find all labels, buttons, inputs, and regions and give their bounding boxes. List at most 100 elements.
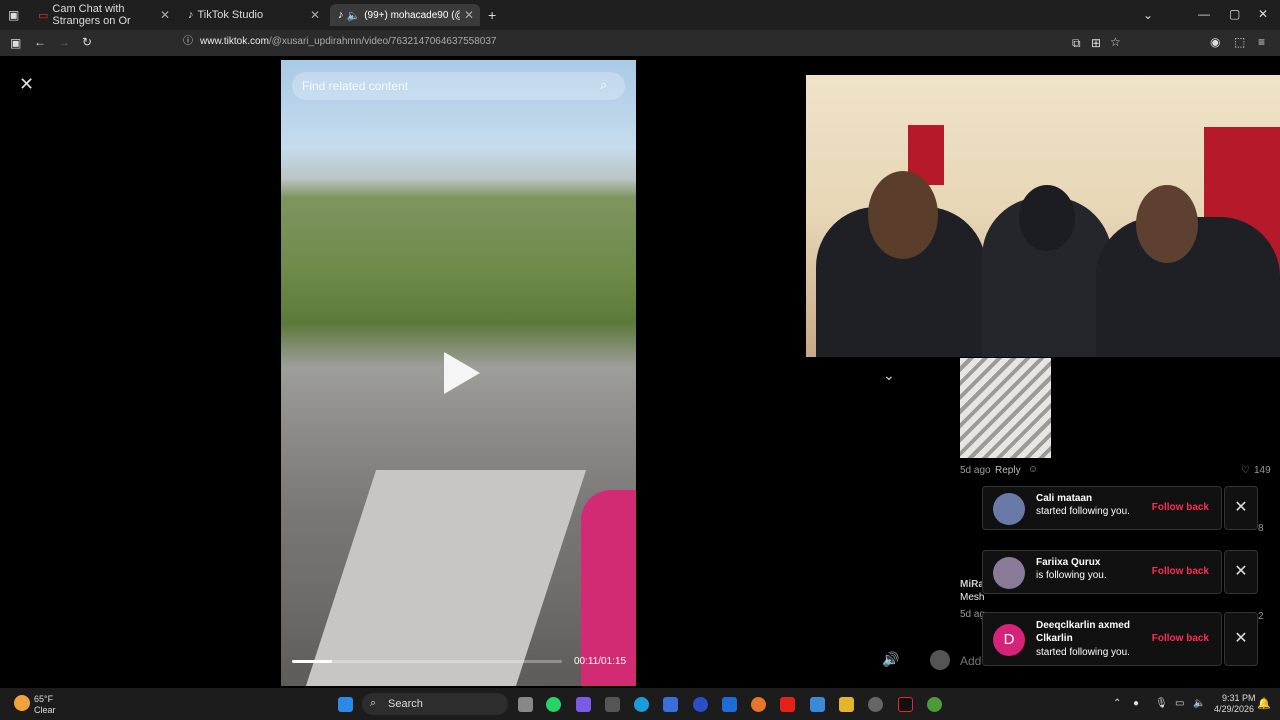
volume-icon[interactable]: 🔊: [882, 652, 899, 666]
play-icon[interactable]: [444, 352, 480, 394]
clock-time[interactable]: 9:31 PM: [1222, 693, 1256, 703]
follow-back-button[interactable]: Follow back: [1152, 566, 1209, 577]
add-comment-input[interactable]: Add: [960, 654, 981, 668]
follower-name: Cali mataan: [1036, 493, 1093, 504]
close-notification-icon[interactable]: ✕: [1224, 612, 1258, 666]
avatar: D: [993, 624, 1025, 656]
reply-button[interactable]: Reply: [995, 465, 1021, 476]
tiktok-icon: ♪: [338, 9, 344, 21]
follow-notification: D Deeqclkarlin axmed Clkarlin started fo…: [982, 612, 1222, 666]
person-head: [1136, 185, 1198, 263]
whatsapp-icon[interactable]: [546, 697, 561, 712]
file-explorer-icon[interactable]: [839, 697, 854, 712]
site-info-icon[interactable]: ⓘ: [183, 37, 193, 47]
edge-icon[interactable]: [634, 697, 649, 712]
avatar: [930, 650, 950, 670]
tab-cam-chat[interactable]: ▭ Cam Chat with Strangers on Or ✕: [30, 3, 176, 27]
chevron-up-icon[interactable]: ⌃: [1113, 698, 1121, 709]
store-icon[interactable]: [663, 697, 678, 712]
tab-search-icon[interactable]: ⌄: [1143, 9, 1153, 21]
new-tab-icon[interactable]: +: [488, 8, 496, 22]
follow-notification: Cali mataan started following you. Follo…: [982, 486, 1222, 530]
picture-in-picture-video[interactable]: [806, 75, 1280, 357]
follower-name: Fariixa Qurux: [1036, 557, 1101, 568]
search-icon[interactable]: ⌕: [600, 78, 607, 91]
app-tray-icon[interactable]: ●: [1133, 698, 1139, 709]
close-icon[interactable]: ✕: [310, 8, 320, 22]
weather-icon[interactable]: [14, 695, 30, 711]
notification-bell-icon[interactable]: 🔔: [1257, 697, 1271, 710]
volume-icon[interactable]: 🔈: [1193, 698, 1205, 709]
tab-tiktok-video[interactable]: ♪ 🔈 (99+) mohacade90 (@moha ✕: [330, 4, 480, 26]
microphone-icon[interactable]: 🎙: [1155, 698, 1168, 709]
app-icon[interactable]: [810, 697, 825, 712]
reload-icon[interactable]: ↻: [82, 36, 92, 48]
maximize-icon[interactable]: ▢: [1229, 8, 1240, 20]
person-head: [868, 171, 938, 259]
screenshot-icon[interactable]: ⧉: [1072, 37, 1081, 49]
search-icon: ⌕: [370, 697, 377, 709]
follow-notification: Fariixa Qurux is following you. Follow b…: [982, 550, 1222, 594]
person-hood: [1019, 185, 1075, 251]
tab-favicon-icon: ▭: [38, 9, 49, 22]
sidebar-icon[interactable]: ▣: [10, 37, 21, 49]
task-view-icon[interactable]: [518, 697, 533, 712]
close-video-icon[interactable]: ✕: [19, 75, 34, 93]
like-count: 8: [1258, 523, 1264, 534]
comment-text: Mesh: [960, 592, 985, 603]
window-close-icon[interactable]: ✕: [1258, 8, 1268, 20]
like-count: 2: [1258, 611, 1264, 622]
app-install-icon[interactable]: ⊞: [1091, 37, 1101, 49]
tab-actions-icon[interactable]: ▣: [8, 9, 19, 21]
close-icon[interactable]: ✕: [464, 8, 474, 22]
chevron-down-icon[interactable]: ⌄: [883, 368, 895, 382]
follow-back-button[interactable]: Follow back: [1152, 502, 1209, 513]
cortana-icon[interactable]: [693, 697, 708, 712]
video-progress-bar[interactable]: [292, 660, 562, 663]
network-icon[interactable]: ▭: [1175, 698, 1184, 709]
clock-date: 4/29/2026: [1214, 704, 1255, 714]
avatar: [993, 493, 1025, 525]
follow-back-button[interactable]: Follow back: [1152, 633, 1209, 644]
weather-condition: Clear: [34, 705, 56, 715]
start-icon[interactable]: [338, 697, 353, 712]
mail-icon[interactable]: [722, 697, 737, 712]
close-notification-icon[interactable]: ✕: [1224, 550, 1258, 594]
url-host: www.tiktok.com: [200, 36, 269, 47]
notification-message: started following you.: [1036, 506, 1130, 517]
address-input[interactable]: www.tiktok.com/@xusari_updirahmn/video/7…: [200, 36, 496, 47]
close-icon[interactable]: ✕: [160, 8, 170, 22]
minimize-icon[interactable]: —: [1198, 8, 1210, 20]
app-icon[interactable]: [868, 697, 883, 712]
weather-temp[interactable]: 65°F: [34, 694, 53, 704]
youtube-icon[interactable]: [780, 697, 795, 712]
extensions-icon[interactable]: ⬚: [1234, 36, 1245, 48]
tab-label: Cam Chat with Strangers on Or: [52, 3, 131, 27]
close-notification-icon[interactable]: ✕: [1224, 486, 1258, 530]
menu-icon[interactable]: ≡: [1258, 36, 1265, 48]
related-search-input[interactable]: Find related content ⌕: [292, 72, 625, 100]
comment-age: 5d ago: [960, 465, 991, 476]
notification-message: started following you.: [1036, 647, 1130, 658]
taskbar-search[interactable]: ⌕ Search: [362, 693, 508, 715]
taskbar: 65°F Clear ⌕ Search ⌃ ● 🎙 ▭ 🔈 9:31 PM 4/…: [0, 688, 1280, 720]
creator-like-icon: ☺: [1028, 464, 1039, 475]
favorite-star-icon[interactable]: ☆: [1110, 36, 1121, 48]
speaker-icon[interactable]: 🔈: [347, 9, 361, 22]
chrome-icon[interactable]: [927, 697, 942, 712]
like-count: 149: [1254, 465, 1271, 476]
heart-icon[interactable]: ♡: [1241, 465, 1250, 476]
forward-icon[interactable]: →: [58, 36, 70, 48]
video-progress-fill: [292, 660, 332, 663]
app-icon[interactable]: [605, 697, 620, 712]
back-icon[interactable]: ←: [34, 36, 46, 48]
copilot-icon[interactable]: [576, 697, 591, 712]
follower-name: Deeqclkarlin axmed Clkarlin: [1036, 620, 1130, 644]
comment-username[interactable]: MiRa: [960, 579, 984, 590]
profile-icon[interactable]: ◉: [1210, 36, 1220, 48]
video-frame-wing: [305, 470, 587, 686]
tab-tiktok-studio[interactable]: ♪ TikTok Studio ✕: [180, 4, 326, 26]
comment-image[interactable]: [960, 358, 1051, 458]
tiktok-icon[interactable]: [898, 697, 913, 712]
firefox-icon[interactable]: [751, 697, 766, 712]
